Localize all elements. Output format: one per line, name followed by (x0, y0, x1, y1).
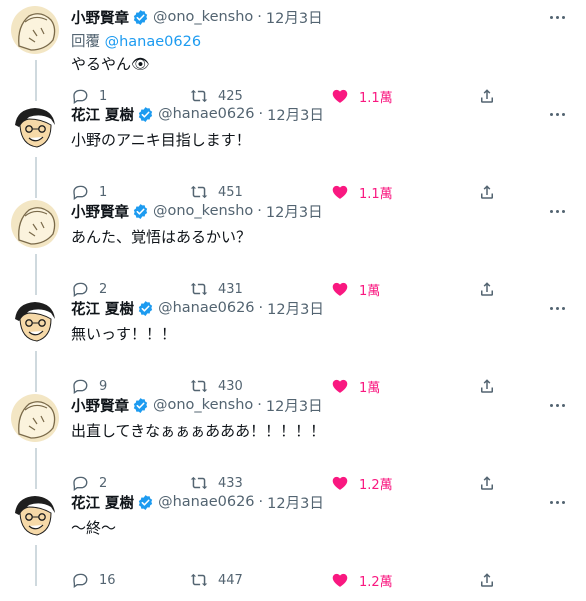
tweet-text: あんた、覚悟はあるかい？ (71, 228, 252, 246)
more-options-icon[interactable] (548, 105, 568, 123)
tweet-item[interactable]: 小野賢章 @ono_kensho · 12月3日 出直してきなぁぁぁあああ！！！！！ 2 4… (0, 388, 586, 493)
tweet-date[interactable]: 12月3日 (266, 201, 323, 222)
separator-dot: · (258, 494, 264, 510)
avatar[interactable] (11, 200, 59, 248)
reply-to-handle-link[interactable]: @hanae0626 (105, 34, 201, 50)
author-name[interactable]: 小野賢章 (71, 395, 129, 416)
reply-prefix: 回覆 (71, 34, 100, 50)
heart-icon (332, 573, 348, 587)
verified-badge-icon (137, 106, 154, 123)
avatar[interactable] (11, 6, 59, 54)
author-name[interactable]: 小野賢章 (71, 7, 129, 28)
avatar[interactable] (11, 394, 59, 442)
author-name[interactable]: 小野賢章 (71, 201, 129, 222)
more-options-icon[interactable] (548, 396, 568, 414)
separator-dot: · (258, 300, 264, 316)
tweet-header: 花江 夏樹 @hanae0626 · 12月3日 (71, 491, 526, 513)
author-name[interactable]: 花江 夏樹 (71, 104, 134, 125)
tweet-header: 小野賢章 @ono_kensho · 12月3日 (71, 6, 526, 28)
author-handle[interactable]: @ono_kensho (153, 203, 253, 219)
verified-badge-icon (132, 203, 149, 220)
tweet-actions: 16 447 1.2萬 (71, 569, 586, 591)
tweet-item[interactable]: 小野賢章 @ono_kensho · 12月3日 回覆 @hanae0626 やるやん👁 1… (0, 0, 586, 106)
tweet-text: 小野のアニキ目指します！ (71, 131, 251, 149)
tweet-date[interactable]: 12月3日 (267, 298, 324, 319)
author-handle[interactable]: @ono_kensho (153, 397, 253, 413)
verified-badge-icon (137, 300, 154, 317)
more-options-icon[interactable] (548, 493, 568, 511)
more-options-icon[interactable] (548, 202, 568, 220)
avatar[interactable] (11, 103, 59, 151)
reply-button[interactable]: 16 (71, 569, 116, 591)
separator-dot: · (258, 106, 264, 122)
tweet-item[interactable]: 花江 夏樹 @hanae0626 · 12月3日〜終〜 16 447 1.2萬 (0, 485, 586, 590)
more-options-icon[interactable] (548, 8, 568, 26)
like-button[interactable]: 1.2萬 (331, 569, 393, 591)
tweet-header: 小野賢章 @ono_kensho · 12月3日 (71, 200, 526, 222)
tweet-date[interactable]: 12月3日 (267, 104, 324, 125)
share-icon (481, 573, 493, 587)
tweet-text: 無いっす！！！ (71, 325, 177, 343)
separator-dot: · (257, 9, 262, 25)
author-handle[interactable]: @hanae0626 (158, 300, 254, 316)
reply-count: 16 (99, 572, 116, 588)
tweet-text: 〜終〜 (71, 519, 117, 537)
tweet-text: 出直してきなぁぁぁあああ！！！！！ (71, 422, 326, 440)
verified-badge-icon (132, 9, 149, 26)
avatar[interactable] (11, 491, 59, 539)
tweet-header: 花江 夏樹 @hanae0626 · 12月3日 (71, 297, 526, 319)
tweet-item[interactable]: 花江 夏樹 @hanae0626 · 12月3日 小野のアニキ目指します！ 1 451 1.1… (0, 97, 586, 202)
tweet-text: やるやん👁 (71, 55, 151, 73)
replying-to: 回覆 @hanae0626 (71, 30, 201, 51)
retweet-button[interactable]: 447 (190, 569, 243, 591)
reply-bubble-icon (73, 573, 88, 589)
author-name[interactable]: 花江 夏樹 (71, 492, 134, 513)
author-handle[interactable]: @hanae0626 (158, 106, 254, 122)
tweet-header: 花江 夏樹 @hanae0626 · 12月3日 (71, 103, 526, 125)
share-button[interactable] (478, 571, 496, 589)
separator-dot: · (257, 203, 262, 219)
tweet-item[interactable]: 花江 夏樹 @hanae0626 · 12月3日 無いっす！！！ 9 430 1萬 (0, 291, 586, 396)
author-name[interactable]: 花江 夏樹 (71, 298, 134, 319)
avatar[interactable] (11, 297, 59, 345)
tweet-date[interactable]: 12月3日 (267, 492, 324, 513)
tweet-item[interactable]: 小野賢章 @ono_kensho · 12月3日 あんた、覚悟はあるかい？ 2 431 1萬 (0, 194, 586, 299)
author-handle[interactable]: @hanae0626 (158, 494, 254, 510)
separator-dot: · (257, 397, 262, 413)
tweet-date[interactable]: 12月3日 (266, 7, 323, 28)
tweet-header: 小野賢章 @ono_kensho · 12月3日 (71, 394, 526, 416)
verified-badge-icon (132, 397, 149, 414)
verified-badge-icon (137, 494, 154, 511)
author-handle[interactable]: @ono_kensho (153, 9, 253, 25)
retweet-icon (190, 573, 208, 587)
tweet-date[interactable]: 12月3日 (266, 395, 323, 416)
retweet-count: 447 (218, 572, 243, 588)
like-count: 1.2萬 (359, 574, 393, 590)
more-options-icon[interactable] (548, 299, 568, 317)
